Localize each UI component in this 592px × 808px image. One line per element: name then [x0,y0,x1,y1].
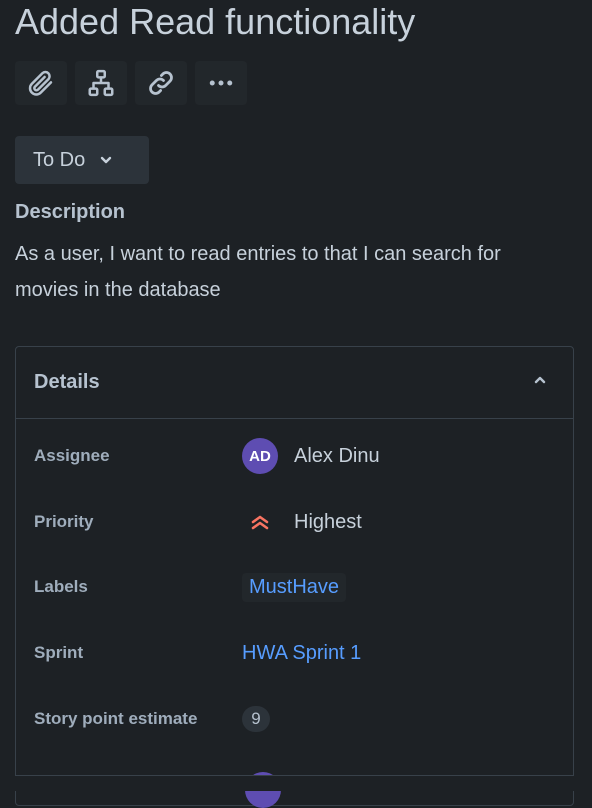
assignee-name: Alex Dinu [294,444,380,467]
sprint-row: Sprint HWA Sprint 1 [34,633,554,673]
details-header[interactable]: Details [16,347,573,419]
label-chip[interactable]: MustHave [242,572,347,602]
link-issue-button[interactable] [135,61,187,105]
sprint-link[interactable]: HWA Sprint 1 [242,642,361,665]
labels-value: MustHave [242,572,347,602]
assignee-value[interactable]: AD Alex Dinu [242,438,380,474]
description-text[interactable]: As a user, I want to read entries to tha… [15,236,535,308]
priority-text: Highest [294,510,362,533]
attach-button[interactable] [15,61,67,105]
issue-toolbar [15,61,247,105]
priority-value[interactable]: Highest [242,504,362,540]
divider [15,775,574,776]
sprint-label: Sprint [34,643,84,662]
story-points-value[interactable]: 9 [242,706,270,732]
priority-highest-icon [242,504,278,540]
sprint-value: HWA Sprint 1 [242,642,361,665]
hierarchy-icon [88,69,114,97]
story-points-row: Story point estimate 9 [34,699,554,739]
priority-label: Priority [34,512,94,531]
issue-title[interactable]: Added Read functionality [15,0,415,44]
more-actions-button[interactable] [195,61,247,105]
more-icon [209,80,233,86]
assignee-label: Assignee [34,446,110,465]
bottom-edge [0,775,592,791]
labels-label: Labels [34,577,88,596]
priority-row: Priority Highest [34,502,554,542]
assignee-row: Assignee AD Alex Dinu [34,436,554,476]
description-heading: Description [15,201,126,223]
details-panel: Details Assignee AD Alex Dinu Priority H… [15,346,574,808]
story-points-label: Story point estimate [34,709,198,728]
status-label: To Do [33,148,86,171]
chevron-up-icon[interactable] [533,373,547,392]
labels-row: Labels MustHave [34,567,554,607]
story-points-badge: 9 [242,706,270,732]
child-issue-button[interactable] [75,61,127,105]
details-title: Details [34,371,100,393]
avatar: AD [242,438,278,474]
chevron-down-icon [99,153,113,167]
link-icon [149,71,173,95]
status-dropdown[interactable]: To Do [15,136,149,184]
paperclip-icon [28,70,53,96]
